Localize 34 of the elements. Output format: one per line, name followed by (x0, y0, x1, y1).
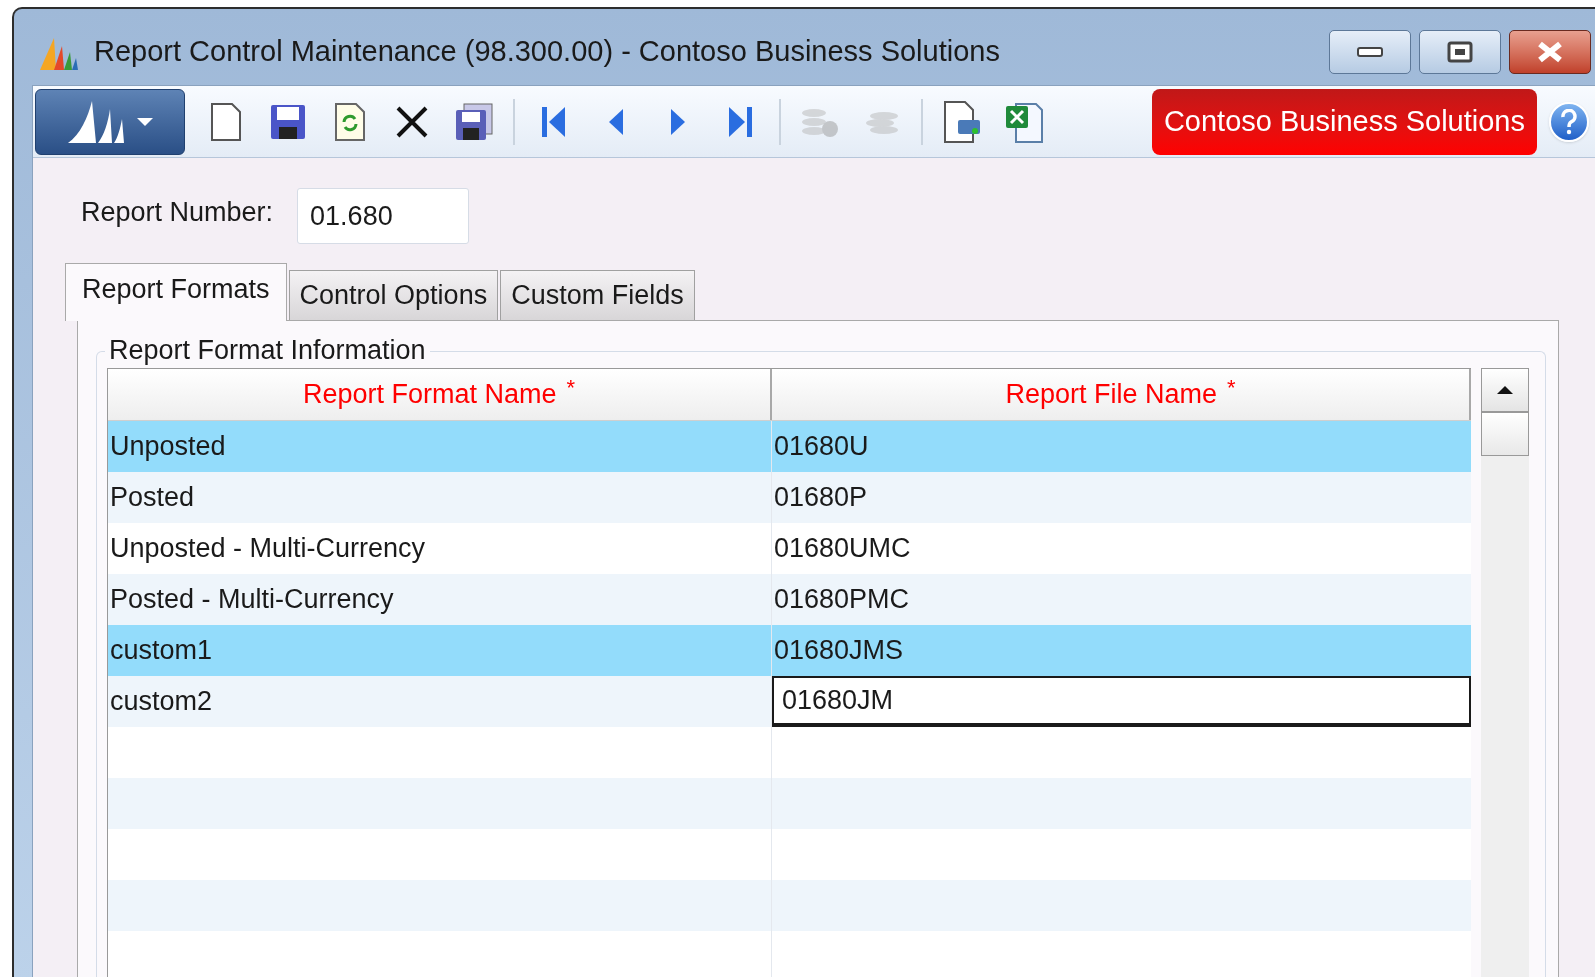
table-row[interactable]: custom2 01680JM (108, 676, 1471, 727)
scroll-thumb[interactable] (1481, 412, 1529, 456)
close-icon (1536, 41, 1564, 63)
maximize-button[interactable] (1419, 30, 1501, 74)
table-row[interactable]: Unposted 01680U (108, 421, 1471, 472)
required-mark: * (1227, 374, 1236, 402)
table-cell-text: 01680U (773, 430, 870, 464)
report-number-field[interactable]: 01.680 (297, 188, 470, 244)
table-cell-text: 01680PMC (773, 583, 911, 617)
report-number-label: Report Number: (81, 195, 274, 229)
help-icon[interactable] (1549, 101, 1589, 142)
window-title: Report Control Maintenance (98.300.00) - Contoso Business Solutions (94, 34, 1000, 70)
minimize-icon (1357, 47, 1383, 57)
tab[interactable]: Report Formats (65, 263, 287, 321)
minimize-button[interactable] (1329, 30, 1411, 74)
caret-icon (136, 116, 154, 127)
close-button[interactable] (1509, 30, 1591, 74)
table-cell-text: 01680UMC (773, 532, 912, 566)
required-mark: * (566, 374, 576, 402)
table-row[interactable]: custom1 01680JMS (108, 625, 1471, 676)
scroll-up-button[interactable] (1481, 368, 1529, 412)
table-row[interactable]: Posted 01680P (108, 472, 1471, 523)
tab[interactable]: Control Options (288, 270, 499, 320)
restore-icon (1447, 41, 1473, 63)
table-cell-text: 01680JMS (773, 634, 905, 668)
scrollbar[interactable] (1481, 368, 1529, 977)
table-cell-text: 01680P (773, 481, 869, 515)
company-banner: Contoso Business Solutions (1151, 88, 1537, 155)
tab[interactable]: Custom Fields (500, 270, 695, 320)
main-menu-button[interactable] (35, 88, 185, 155)
up-arrow-icon (1496, 385, 1514, 395)
table-row[interactable]: Unposted - Multi-Currency 01680UMC (108, 523, 1471, 574)
table-row[interactable]: Posted - Multi-Currency 01680PMC (108, 574, 1471, 625)
file-name-input[interactable]: 01680JM (772, 676, 1471, 727)
